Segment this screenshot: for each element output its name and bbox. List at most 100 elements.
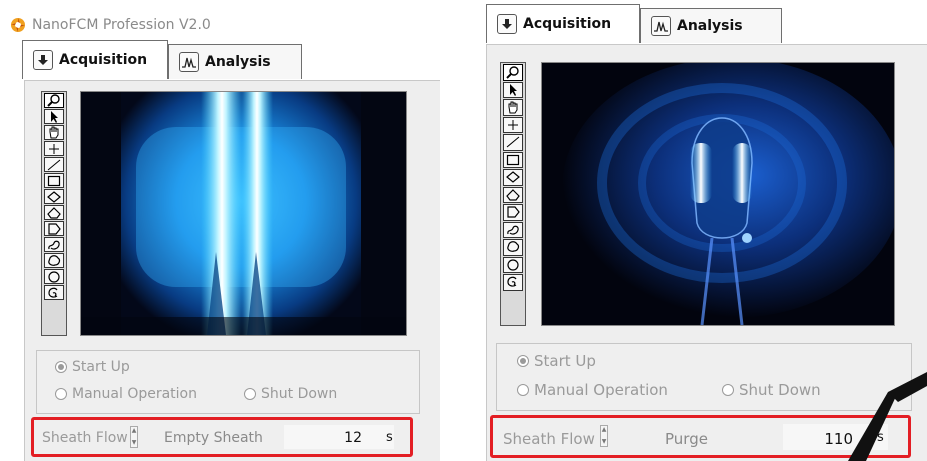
radio-start-up[interactable]: Start Up [55,359,130,375]
blob-tool[interactable] [503,239,523,256]
lasso-tool[interactable] [503,274,523,291]
window-title: NanoFCM Profession V2.0 [32,17,211,33]
blob-icon [48,254,61,266]
zoom-tool[interactable] [503,64,523,81]
polygon-icon [47,206,61,219]
tab-acquisition-label: Acquisition [59,52,148,68]
diamond-tool[interactable] [44,189,64,204]
diamond-icon [47,190,61,203]
radio-start-up-indicator [517,355,529,367]
blob-icon [507,241,520,253]
polygon-tool[interactable] [44,205,64,220]
tab-acquisition-label: Acquisition [523,16,612,32]
arrow-pointer-icon [510,83,517,96]
radio-manual-indicator [55,388,67,400]
crosshair-tool[interactable] [503,116,523,133]
pointer-tool[interactable] [44,109,64,124]
download-arrow-icon [497,14,517,34]
rectangle-icon [506,154,520,165]
radio-shut-down-indicator [722,384,734,396]
radio-start-up-label: Start Up [72,359,130,375]
waveform-icon [179,52,199,72]
tab-acquisition[interactable]: Acquisition [22,40,168,79]
sheath-flow-label: Sheath Flow [503,430,595,448]
time-value: 110 [824,430,853,448]
pan-tool[interactable] [503,99,523,116]
pan-tool[interactable] [44,125,64,140]
ellipse-icon [48,270,60,283]
blob-tool[interactable] [44,253,64,268]
watermark-mark [848,372,927,461]
purge-camera-image [542,63,894,325]
lasso-icon [507,276,517,287]
diamond-tool[interactable] [503,169,523,186]
zoom-tool[interactable] [44,93,64,108]
drawing-toolbar [41,91,67,336]
radio-manual-operation[interactable]: Manual Operation [55,386,197,402]
sheath-flow-highlight: Sheath Flow ▲ ▼ Empty Sheath 12 s [31,417,413,457]
zoom-icon [47,94,60,107]
sheath-mode-value: Purge [665,430,708,448]
ellipse-icon [507,259,519,271]
crosshair-icon [508,119,518,130]
line-icon [506,136,520,148]
pentagon-tool[interactable] [503,204,523,221]
radio-shut-down-label: Shut Down [261,386,338,402]
drawing-toolbar-right [500,62,526,326]
radio-manual-operation[interactable]: Manual Operation [517,381,668,399]
operation-mode-group: Start Up Manual Operation Shut Down [36,350,420,414]
tab-analysis[interactable]: Analysis [168,44,302,79]
ellipse-tool[interactable] [44,269,64,284]
crosshair-tool[interactable] [44,141,64,156]
line-tool[interactable] [503,134,523,151]
crosshair-icon [49,143,59,154]
time-value: 12 [344,430,362,446]
polygon-tool[interactable] [503,186,523,203]
freehand-icon [48,240,60,250]
radio-shut-down[interactable]: Shut Down [722,381,821,399]
pentagon-flag-icon [507,206,520,218]
window-titlebar: NanoFCM Profession V2.0 [10,14,211,36]
left-screenshot: NanoFCM Profession V2.0 Acquisition Anal… [0,0,440,461]
radio-manual-indicator [517,384,529,396]
time-unit: s [386,430,393,445]
tab-bar: Acquisition Analysis [486,4,782,43]
radio-shut-down-indicator [244,388,256,400]
tab-analysis-label: Analysis [677,18,743,34]
lasso-icon [48,287,58,298]
lasso-tool[interactable] [44,285,64,300]
ellipse-tool[interactable] [503,256,523,273]
rectangle-icon [47,175,61,186]
radio-manual-label: Manual Operation [534,381,668,399]
radio-manual-label: Manual Operation [72,386,197,402]
waveform-icon [651,16,671,36]
app-logo-icon [11,18,25,32]
diamond-icon [506,171,520,184]
hand-pan-icon [508,101,518,114]
tab-acquisition[interactable]: Acquisition [486,4,640,43]
tab-analysis-label: Analysis [205,54,271,70]
camera-view-left[interactable] [80,91,407,336]
camera-view-right[interactable] [541,62,895,326]
sheath-flow-spinner[interactable]: ▲ ▼ [600,425,608,447]
line-icon [47,159,61,170]
polygon-icon [506,188,520,201]
radio-start-up-label: Start Up [534,352,596,370]
freehand-icon [507,225,519,235]
tab-analysis[interactable]: Analysis [640,8,782,43]
radio-shut-down[interactable]: Shut Down [244,386,337,402]
freehand-tool[interactable] [503,221,523,238]
rectangle-tool[interactable] [503,151,523,168]
radio-start-up[interactable]: Start Up [517,352,596,370]
radio-shut-down-label: Shut Down [739,381,821,399]
radio-start-up-indicator [55,361,67,373]
sheath-flow-spinner[interactable]: ▲ ▼ [130,426,138,448]
download-arrow-icon [33,50,53,70]
freehand-tool[interactable] [44,237,64,252]
sheath-flow-camera-image [81,92,406,335]
rectangle-tool[interactable] [44,173,64,188]
line-tool[interactable] [44,157,64,172]
pentagon-tool[interactable] [44,221,64,236]
tab-bar: Acquisition Analysis [22,40,302,79]
pointer-tool[interactable] [503,81,523,98]
